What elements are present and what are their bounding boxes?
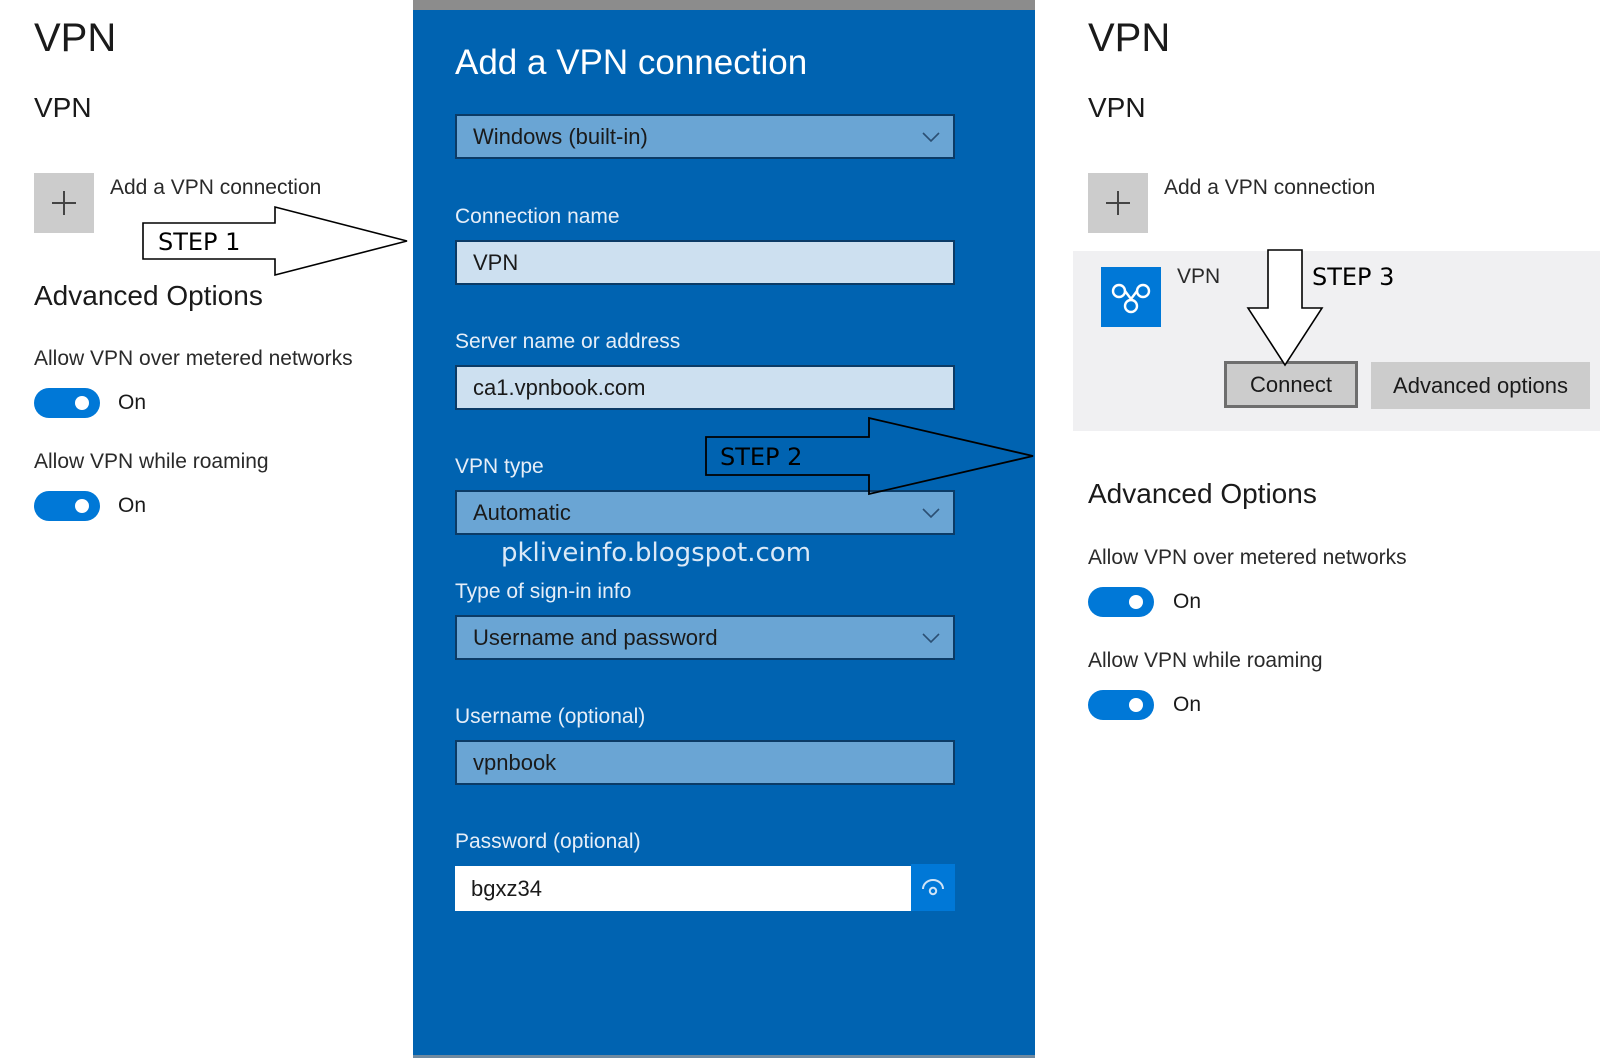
vpn-provider-select[interactable]: Windows (built-in) xyxy=(455,114,955,159)
vpn-type-select[interactable]: Automatic xyxy=(455,490,955,535)
username-value: vpnbook xyxy=(473,749,557,775)
advanced-options-title: Advanced Options xyxy=(1088,478,1317,509)
signin-type-label: Type of sign-in info xyxy=(455,580,632,603)
roaming-option-label: Allow VPN while roaming xyxy=(34,450,269,473)
connect-button[interactable]: Connect xyxy=(1224,361,1358,408)
page-title: VPN xyxy=(1088,16,1171,60)
eye-icon xyxy=(922,878,944,895)
vpn-connection-name: VPN xyxy=(1177,265,1221,288)
signin-type-select[interactable]: Username and password xyxy=(455,615,955,660)
toggle-knob xyxy=(75,499,89,513)
vpn-type-label: VPN type xyxy=(455,455,544,478)
connection-name-input[interactable]: VPN xyxy=(455,240,955,285)
plus-icon xyxy=(52,191,76,215)
server-value: ca1.vpnbook.com xyxy=(473,374,646,400)
metered-option-label: Allow VPN over metered networks xyxy=(34,347,353,370)
metered-option-label: Allow VPN over metered networks xyxy=(1088,546,1407,569)
username-label: Username (optional) xyxy=(455,705,646,728)
vpn-provider-value: Windows (built-in) xyxy=(473,123,648,149)
watermark-text: pkliveinfo.blogspot.com xyxy=(501,538,812,568)
metered-toggle-state: On xyxy=(1173,590,1202,613)
metered-toggle[interactable] xyxy=(34,388,100,418)
roaming-toggle-state: On xyxy=(1173,693,1202,716)
server-label: Server name or address xyxy=(455,330,681,353)
roaming-toggle[interactable] xyxy=(34,491,100,521)
metered-toggle[interactable] xyxy=(1088,587,1154,617)
add-vpn-dialog: Add a VPN connection Windows (built-in) … xyxy=(413,0,1035,1058)
dialog-top-strip xyxy=(413,0,1035,10)
chevron-down-icon xyxy=(922,131,940,142)
section-title: VPN xyxy=(34,92,92,123)
signin-type-value: Username and password xyxy=(473,624,718,650)
password-value: bgxz34 xyxy=(471,875,542,901)
add-vpn-label[interactable]: Add a VPN connection xyxy=(110,176,321,200)
vpn-knot-icon xyxy=(1111,283,1151,314)
vpn-settings-after: VPN VPN Add a VPN connection VPN Connect… xyxy=(1035,0,1600,1058)
add-vpn-button[interactable] xyxy=(34,173,94,233)
roaming-toggle[interactable] xyxy=(1088,690,1154,720)
password-label: Password (optional) xyxy=(455,830,641,853)
dialog-title: Add a VPN connection xyxy=(455,43,808,82)
metered-toggle-state: On xyxy=(118,391,147,414)
vpn-settings-before: VPN VPN Add a VPN connection Advanced Op… xyxy=(0,0,413,1058)
vpn-connection-icon xyxy=(1101,267,1161,327)
step2-label: STEP 2 xyxy=(720,443,803,471)
toggle-knob xyxy=(1129,595,1143,609)
server-input[interactable]: ca1.vpnbook.com xyxy=(455,365,955,410)
step3-label: STEP 3 xyxy=(1312,263,1395,291)
password-input[interactable]: bgxz34 xyxy=(455,866,911,911)
roaming-toggle-state: On xyxy=(118,494,147,517)
advanced-options-button[interactable]: Advanced options xyxy=(1371,362,1590,409)
chevron-down-icon xyxy=(922,632,940,643)
username-input[interactable]: vpnbook xyxy=(455,740,955,785)
step1-label: STEP 1 xyxy=(158,228,241,256)
section-title: VPN xyxy=(1088,92,1146,123)
add-vpn-button[interactable] xyxy=(1088,173,1148,233)
toggle-knob xyxy=(75,396,89,410)
add-vpn-label[interactable]: Add a VPN connection xyxy=(1164,176,1375,200)
vpn-type-value: Automatic xyxy=(473,499,571,525)
advanced-options-title: Advanced Options xyxy=(34,280,263,311)
connection-name-value: VPN xyxy=(473,249,519,275)
roaming-option-label: Allow VPN while roaming xyxy=(1088,649,1323,672)
page-title: VPN xyxy=(34,16,117,60)
plus-icon xyxy=(1106,191,1130,215)
reveal-password-button[interactable] xyxy=(911,864,955,911)
connection-name-label: Connection name xyxy=(455,205,620,228)
toggle-knob xyxy=(1129,698,1143,712)
chevron-down-icon xyxy=(922,507,940,518)
